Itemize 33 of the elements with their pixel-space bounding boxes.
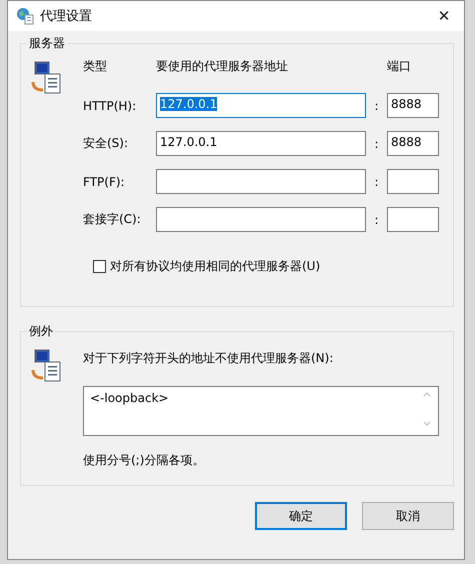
globe-icon <box>16 7 34 25</box>
column-header: 类型 <box>83 58 108 75</box>
column-header: 端口 <box>387 58 411 75</box>
field-label: FTP(F): <box>83 174 126 188</box>
column-header: 要使用的代理服务器地址 <box>156 58 289 75</box>
group-title: 服务器 <box>27 35 67 52</box>
computer-document-icon <box>31 348 63 382</box>
description-text: 对于下列字符开头的地址不使用代理服务器(N): <box>83 350 334 367</box>
computer-document-icon <box>31 60 63 94</box>
checkbox-label[interactable]: 对所有协议均使用相同的代理服务器(U) <box>110 258 320 275</box>
field-label: HTTP(H): <box>83 98 138 112</box>
address-field[interactable]: 127.0.0.1 <box>156 131 366 156</box>
port-field[interactable]: 8888 <box>387 93 439 118</box>
address-field[interactable] <box>156 207 366 232</box>
group-title: 例外 <box>27 323 55 340</box>
dialog-button[interactable]: 确定 <box>255 502 347 530</box>
field-label: 安全(S): <box>83 135 130 152</box>
separator: : <box>373 98 380 112</box>
separator: : <box>373 174 380 188</box>
close-button[interactable]: ✕ <box>424 1 464 31</box>
separator: : <box>373 212 380 226</box>
port-field[interactable] <box>387 169 439 194</box>
hint-text: 使用分号(;)分隔各项。 <box>83 452 206 469</box>
window-title: 代理设置 <box>40 8 93 25</box>
exceptions-field[interactable]: <-loopback> <box>83 386 439 436</box>
address-field[interactable]: 127.0.0.1 <box>156 93 366 118</box>
field-label: 套接字(C): <box>83 211 142 228</box>
checkbox[interactable] <box>93 260 106 273</box>
address-field[interactable] <box>156 169 366 194</box>
dialog-button[interactable]: 取消 <box>362 502 454 530</box>
separator: : <box>373 136 380 150</box>
port-field[interactable]: 8888 <box>387 131 439 156</box>
port-field[interactable] <box>387 207 439 232</box>
